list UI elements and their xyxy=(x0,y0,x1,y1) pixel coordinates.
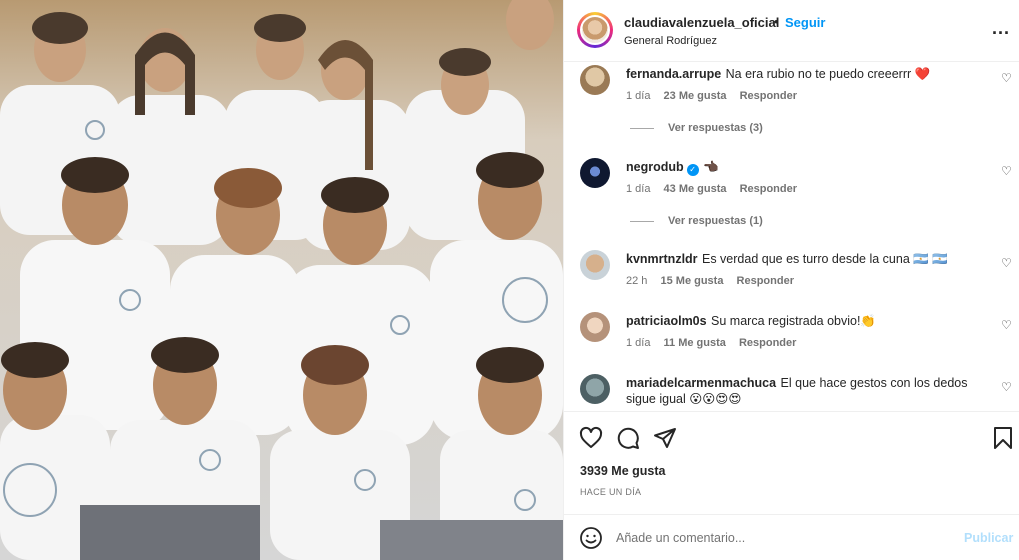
reply-button[interactable]: Responder xyxy=(740,183,797,195)
comment-likes[interactable]: 11 Me gusta xyxy=(664,337,726,349)
add-comment-bar: Publicar xyxy=(564,514,1019,560)
comment-likes[interactable]: 15 Me gusta xyxy=(660,275,723,287)
header-separator: • xyxy=(774,14,779,29)
commenter-username[interactable]: patriciaolm0s xyxy=(626,314,707,328)
comment-text-continued: sigue igual 😮😮😍😍 xyxy=(626,392,742,406)
commenter-username[interactable]: negrodub xyxy=(626,160,684,174)
likes-count[interactable]: 3939 Me gusta xyxy=(580,464,665,478)
commenter-username[interactable]: kvnmrtnzldr xyxy=(626,252,698,266)
comment-text: El que hace gestos con los dedos xyxy=(780,376,968,390)
comment-like-heart-icon[interactable]: ♡ xyxy=(1001,380,1012,394)
view-replies-button[interactable]: Ver respuestas (3) xyxy=(630,122,763,134)
comment-text: Na era rubio no te puedo creeerrr ❤️ xyxy=(725,67,931,81)
paper-plane-icon[interactable] xyxy=(653,426,677,450)
comment-text: 👈🏿 xyxy=(703,160,719,174)
author-username[interactable]: claudiavalenzuela_oficial xyxy=(624,15,779,30)
post-header: claudiavalenzuela_oficial • Seguir Gener… xyxy=(564,0,1019,62)
comment-like-heart-icon[interactable]: ♡ xyxy=(1001,318,1012,332)
follow-button[interactable]: Seguir xyxy=(785,15,825,30)
post-time: HACE UN DÍA xyxy=(580,487,642,497)
commenter-avatar[interactable] xyxy=(580,374,610,404)
verified-badge-icon: ✓ xyxy=(686,164,699,176)
reply-button[interactable]: Responder xyxy=(739,337,796,349)
author-avatar[interactable] xyxy=(577,12,613,48)
comment-like-heart-icon[interactable]: ♡ xyxy=(1001,164,1012,178)
class-photo-illustration xyxy=(0,0,563,560)
bookmark-icon[interactable] xyxy=(991,426,1015,450)
commenter-username[interactable]: fernanda.arrupe xyxy=(626,67,721,81)
reply-button[interactable]: Responder xyxy=(740,90,797,102)
view-replies-button[interactable]: Ver respuestas (1) xyxy=(630,215,763,227)
comments-list[interactable]: fernanda.arrupe Na era rubio no te puedo… xyxy=(564,63,1019,411)
commenter-avatar[interactable] xyxy=(580,250,610,280)
commenter-avatar[interactable] xyxy=(580,312,610,342)
comment-like-heart-icon[interactable]: ♡ xyxy=(1001,256,1012,270)
reply-button[interactable]: Responder xyxy=(737,275,794,287)
post-photo[interactable] xyxy=(0,0,563,560)
comment-age: 1 día xyxy=(626,337,651,349)
commenter-avatar[interactable] xyxy=(580,158,610,188)
comment-age: 22 h xyxy=(626,275,648,287)
replies-line xyxy=(630,127,654,129)
publish-button[interactable]: Publicar xyxy=(964,531,1013,545)
replies-line xyxy=(630,220,654,222)
comment-input[interactable] xyxy=(616,528,936,548)
comment-age: 1 día xyxy=(626,90,651,102)
comment-text: Su marca registrada obvio!👏 xyxy=(711,314,876,328)
commenter-username[interactable]: mariadelcarmenmachuca xyxy=(626,376,776,390)
post-location[interactable]: General Rodríguez xyxy=(624,35,717,47)
post-side-panel: claudiavalenzuela_oficial • Seguir Gener… xyxy=(563,0,1019,560)
smiley-icon[interactable] xyxy=(579,526,603,550)
comment-like-heart-icon[interactable]: ♡ xyxy=(1001,71,1012,85)
comment-likes[interactable]: 43 Me gusta xyxy=(664,183,727,195)
comment-text: Es verdad que es turro desde la cuna 🇦🇷 … xyxy=(702,252,948,266)
commenter-avatar[interactable] xyxy=(580,65,610,95)
comment-icon[interactable] xyxy=(616,426,640,450)
comment-likes[interactable]: 23 Me gusta xyxy=(664,90,727,102)
heart-icon[interactable] xyxy=(579,426,603,450)
post-actions: 3939 Me gusta HACE UN DÍA xyxy=(564,411,1019,511)
more-options-icon[interactable]: ... xyxy=(992,18,1010,39)
comment-age: 1 día xyxy=(626,183,651,195)
